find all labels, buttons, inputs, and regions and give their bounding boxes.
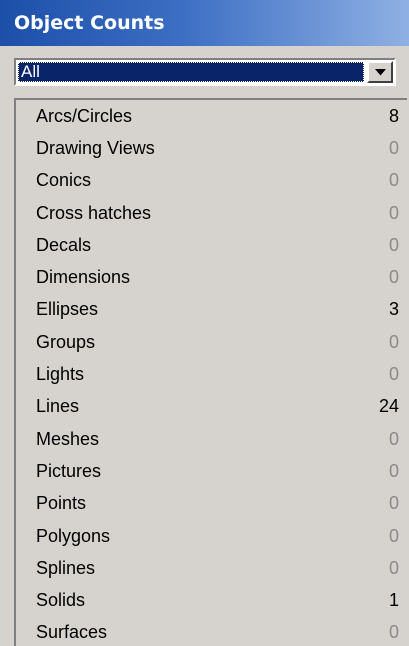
item-count: 0 <box>388 364 399 385</box>
item-count: 1 <box>388 590 399 611</box>
item-label: Solids <box>36 590 86 611</box>
item-label: Lights <box>36 364 85 385</box>
item-count: 24 <box>378 396 399 417</box>
item-count: 0 <box>388 557 399 578</box>
list-item[interactable]: Splines 0 <box>16 552 407 584</box>
item-label: Drawing Views <box>36 137 155 158</box>
list-item[interactable]: Points 0 <box>16 488 407 520</box>
item-label: Polygons <box>36 525 111 546</box>
item-label: Cross hatches <box>36 202 152 223</box>
item-label: Pictures <box>36 460 102 481</box>
item-label: Surfaces <box>36 622 108 643</box>
item-count: 0 <box>388 428 399 449</box>
list-item[interactable]: Ellipses 3 <box>16 294 407 326</box>
item-count: 0 <box>388 493 399 514</box>
list-item[interactable]: Dimensions 0 <box>16 261 407 293</box>
item-count: 0 <box>388 170 399 191</box>
list-item[interactable]: Meshes 0 <box>16 423 407 455</box>
item-count: 3 <box>388 299 399 320</box>
item-label: Lines <box>36 396 80 417</box>
item-label: Dimensions <box>36 267 131 288</box>
item-label: Conics <box>36 170 92 191</box>
item-count: 0 <box>388 331 399 352</box>
list-item[interactable]: Polygons 0 <box>16 520 407 552</box>
item-count: 0 <box>388 202 399 223</box>
list-item[interactable]: Groups 0 <box>16 326 407 358</box>
item-label: Arcs/Circles <box>36 105 133 126</box>
list-item[interactable]: Arcs/Circles 8 <box>16 100 407 132</box>
panel-title: Object Counts <box>0 0 409 46</box>
list-item[interactable]: Lights 0 <box>16 358 407 390</box>
list-item[interactable]: Cross hatches 0 <box>16 197 407 229</box>
object-counts-panel: Object Counts All Arcs/Circles 8 Drawing … <box>0 0 409 646</box>
list-item[interactable]: Conics 0 <box>16 165 407 197</box>
item-label: Groups <box>36 331 96 352</box>
dropdown-button[interactable] <box>367 61 393 83</box>
list-item[interactable]: Lines 24 <box>16 391 407 423</box>
object-count-list[interactable]: Arcs/Circles 8 Drawing Views 0 Conics 0 Cro… <box>14 98 407 646</box>
list-item[interactable]: Solids 1 <box>16 584 407 616</box>
item-label: Points <box>36 493 87 514</box>
item-label: Splines <box>36 557 96 578</box>
item-count: 0 <box>388 137 399 158</box>
list-item[interactable]: Surfaces 0 <box>16 617 407 646</box>
chevron-down-icon <box>374 68 386 75</box>
item-count: 8 <box>388 105 399 126</box>
filter-dropdown[interactable]: All <box>14 58 396 86</box>
item-label: Meshes <box>36 428 100 449</box>
item-count: 0 <box>388 525 399 546</box>
item-label: Ellipses <box>36 299 99 320</box>
filter-selected-value[interactable]: All <box>18 62 364 82</box>
list-item[interactable]: Pictures 0 <box>16 455 407 487</box>
item-count: 0 <box>388 460 399 481</box>
item-count: 0 <box>388 622 399 643</box>
list-item[interactable]: Drawing Views 0 <box>16 132 407 164</box>
item-count: 0 <box>388 267 399 288</box>
list-item[interactable]: Decals 0 <box>16 229 407 261</box>
item-label: Decals <box>36 234 92 255</box>
item-count: 0 <box>388 234 399 255</box>
